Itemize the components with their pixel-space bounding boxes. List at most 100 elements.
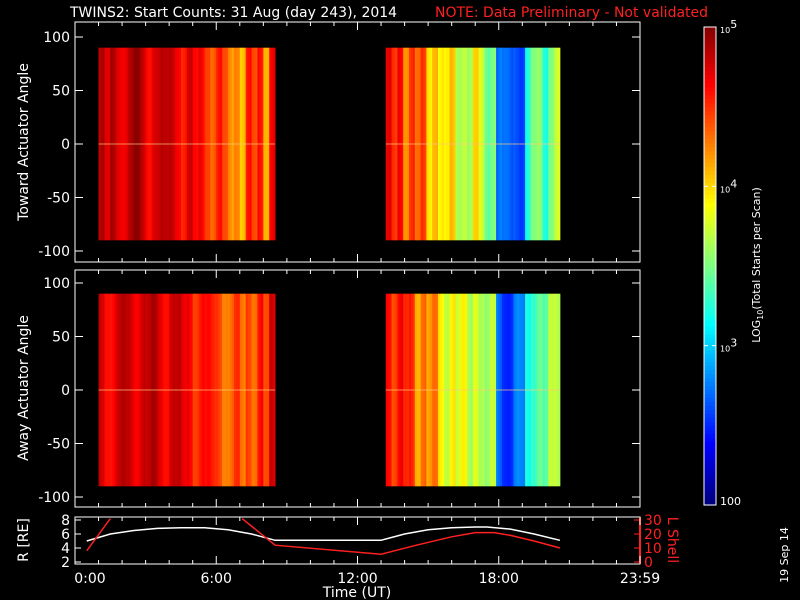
zero-angle-band [98,389,276,391]
colorbar-cell [704,301,716,307]
colorbar-cell [704,309,716,315]
r-ylabel: R [RE] [16,518,32,562]
colorbar-cell [704,186,716,191]
colorbar-cell [704,289,716,295]
colorbar-cell [704,361,716,367]
colorbar-cell [704,142,716,148]
colorbar-cell [704,417,716,422]
colorbar-cell [704,266,716,271]
colorbar-cell [704,50,716,56]
colorbar-cell [704,485,716,490]
colorbar-cell [704,202,716,207]
colorbar-cell [704,277,716,283]
colorbar-cell [704,110,716,116]
colorbar-tick-label: 103 [720,337,737,354]
colorbar-cell [704,146,716,152]
colorbar-cell [704,305,716,311]
colorbar-cell [704,353,716,359]
colorbar-cell [704,42,716,48]
colorbar-cell [704,425,716,430]
colorbar-cell [704,242,716,247]
colorbar-cell [704,90,716,96]
time-tick-label: 18:00 [479,571,519,587]
colorbar-cell [704,58,716,64]
colorbar-cell [704,481,716,486]
colorbar-cell [704,317,716,323]
colorbar-cell [704,401,716,407]
colorbar-cell [704,449,716,454]
colorbar-cell [704,246,716,251]
colorbar-cell [704,30,716,36]
colorbar-cell [704,445,716,450]
colorbar-cell [704,433,716,438]
colorbar-cell [704,293,716,299]
colorbar-cell [704,357,716,363]
colorbar-cell [704,198,716,203]
colorbar-cell [704,409,716,414]
colorbar-cell [704,493,716,498]
colorbar-cell [704,78,716,84]
colorbar-cell [704,94,716,100]
colorbar-cell [704,130,716,136]
colorbar-cell [704,82,716,88]
colorbar-cell [704,226,716,231]
colorbar-cell [704,429,716,434]
toward-ytick-label: 100 [43,30,70,46]
colorbar-cell [704,477,716,482]
colorbar-cell [704,230,716,235]
colorbar-cell [704,166,716,171]
colorbar-cell [704,34,716,40]
colorbar-cell [704,126,716,132]
colorbar-cell [704,393,716,399]
away-ytick-label: 0 [61,383,70,399]
colorbar-label: LOG10(Total Starts per Scan) [750,187,765,343]
colorbar-cell [704,46,716,52]
colorbar-cell [704,325,716,331]
away-ylabel: Away Actuator Angle [16,315,32,461]
colorbar-cell [704,345,716,351]
colorbar-tick-label: 105 [720,18,737,35]
colorbar-cell [704,222,716,227]
colorbar-cell [704,122,716,128]
colorbar-cell [704,321,716,327]
figure-title: TWINS2: Start Counts: 31 Aug (day 243), … [69,5,397,21]
r-tick-label: 2 [61,555,70,571]
colorbar-cell [704,373,716,379]
zero-angle-band [385,389,560,391]
colorbar-cell [704,489,716,494]
colorbar-cell [704,337,716,343]
colorbar-cell [704,389,716,395]
lshell-ylabel: L Shell [664,517,680,563]
colorbar-cell [704,469,716,474]
colorbar-cell [704,70,716,76]
away-ytick-label: 50 [52,330,70,346]
colorbar-cell [704,457,716,462]
colorbar-cell [704,262,716,267]
colorbar-cell [704,62,716,68]
colorbar-cell [704,190,716,195]
colorbar-cell [704,333,716,339]
colorbar-cell [704,281,716,287]
colorbar-cell [704,174,716,179]
colorbar-cell [704,158,716,164]
colorbar-cell [704,238,716,243]
colorbar-cell [704,465,716,470]
colorbar-cell [704,273,716,279]
colorbar-cell [704,210,716,215]
twins-spectrogram-figure: TWINS2: Start Counts: 31 Aug (day 243), … [16,5,791,600]
time-tick-label: 23:59 [620,571,660,587]
colorbar-cell [704,86,716,92]
toward-ytick-label: -100 [38,244,70,260]
time-xlabel: Time (UT) [322,585,391,600]
colorbar-cell [704,178,716,183]
colorbar-tick-label: 104 [720,177,737,194]
colorbar-cell [704,441,716,446]
colorbar-cell [704,497,716,502]
colorbar-cell [704,453,716,458]
colorbar-cell [704,285,716,291]
colorbar-cell [704,134,716,140]
colorbar-cell [704,162,716,168]
zero-angle-band [98,143,276,145]
colorbar-cell [704,150,716,156]
colorbar-cell [704,473,716,478]
